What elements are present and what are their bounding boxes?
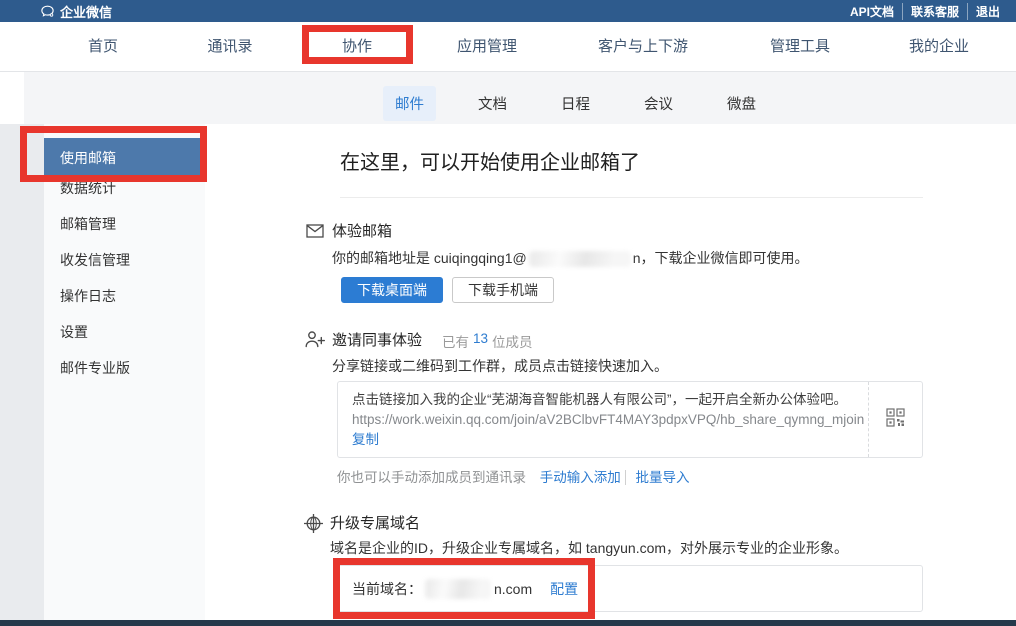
- brand: 企业微信: [40, 2, 112, 21]
- copy-link[interactable]: 复制: [352, 432, 379, 447]
- nav-item-admin-tools[interactable]: 管理工具: [770, 22, 830, 72]
- wecom-bubble-icon: [40, 4, 55, 19]
- share-url: https://work.weixin.qq.com/join/aV2BClbv…: [352, 410, 862, 430]
- mailbox-address-prefix: 你的邮箱地址是 cuiqingqing1@: [332, 250, 527, 266]
- mailbox-address-line: 你的邮箱地址是 cuiqingqing1@ n，下载企业微信即可使用。: [332, 248, 809, 268]
- share-text-block: 点击链接加入我的企业“芜湖海音智能机器人有限公司”，一起开启全新办公体验吧。 h…: [352, 390, 862, 450]
- batch-import-link[interactable]: 批量导入: [625, 470, 690, 485]
- sidebar-item-send-receive[interactable]: 收发信管理: [44, 242, 205, 278]
- tab-mail[interactable]: 邮件: [383, 86, 436, 121]
- sidebar-item-mail-pro[interactable]: 邮件专业版: [44, 350, 205, 386]
- contact-support-link[interactable]: 联系客服: [902, 3, 967, 20]
- share-link-box: 点击链接加入我的企业“芜湖海音智能机器人有限公司”，一起开启全新办公体验吧。 h…: [337, 381, 923, 458]
- collab-tabs: 邮件 文档 日程 会议 微盘: [383, 86, 768, 121]
- tab-meeting[interactable]: 会议: [632, 86, 685, 121]
- domain-description: 域名是企业的ID，升级企业专属域名，如 tangyun.com，对外展示专业的企…: [330, 538, 848, 558]
- sidebar-item-operation-log[interactable]: 操作日志: [44, 278, 205, 314]
- nav-item-customers[interactable]: 客户与上下游: [598, 22, 688, 72]
- main-navbar: 首页 通讯录 协作 应用管理 客户与上下游 管理工具 我的企业: [0, 22, 1016, 72]
- envelope-icon: [306, 224, 324, 243]
- left-gutter: [0, 124, 44, 620]
- tab-calendar[interactable]: 日程: [549, 86, 602, 121]
- sidebar-item-data-stats[interactable]: 数据统计: [44, 170, 205, 206]
- mailbox-section-title: 体验邮箱: [332, 220, 392, 241]
- configure-domain-link[interactable]: 配置: [550, 579, 578, 599]
- invite-section-title: 邀请同事体验: [332, 329, 422, 350]
- download-buttons: 下载桌面端 下载手机端: [341, 277, 554, 303]
- member-count-prefix: 已有: [442, 331, 469, 351]
- qr-code-button[interactable]: [868, 382, 922, 457]
- redacted-domain: [425, 579, 491, 599]
- download-mobile-button[interactable]: 下载手机端: [452, 277, 554, 303]
- nav-item-collaboration[interactable]: 协作: [342, 22, 372, 72]
- qr-code-icon: [886, 408, 905, 432]
- manual-input-add-link[interactable]: 手动输入添加: [540, 470, 621, 485]
- current-domain-box: 当前域名： n.com 配置: [337, 565, 923, 612]
- person-plus-icon: [304, 329, 326, 356]
- sidebar-item-mailbox-management[interactable]: 邮箱管理: [44, 206, 205, 242]
- nav-item-my-company[interactable]: 我的企业: [909, 22, 969, 72]
- topbar-links: API文档 联系客服 退出: [842, 3, 1008, 20]
- mail-sidebar: 使用邮箱 数据统计 邮箱管理 收发信管理 操作日志 设置 邮件专业版: [44, 124, 205, 620]
- member-count-suffix: 位成员: [492, 331, 533, 351]
- domain-section-title: 升级专属域名: [330, 512, 420, 533]
- current-domain-label: 当前域名：: [352, 579, 422, 599]
- nav-item-home[interactable]: 首页: [88, 22, 118, 72]
- title-divider: [340, 197, 923, 198]
- tab-drive[interactable]: 微盘: [715, 86, 768, 121]
- member-count-value: 13: [473, 331, 488, 351]
- member-count-meta: 已有 13 位成员: [442, 331, 533, 351]
- topbar: 企业微信 API文档 联系客服 退出: [0, 0, 1016, 22]
- nav-item-app-management[interactable]: 应用管理: [457, 22, 517, 72]
- nav-item-contacts[interactable]: 通讯录: [207, 22, 252, 72]
- manual-add-row: 你也可以手动添加成员到通讯录 手动输入添加 批量导入: [337, 466, 690, 486]
- redacted-email-domain: [529, 251, 631, 267]
- api-docs-link[interactable]: API文档: [842, 3, 902, 20]
- page-title: 在这里，可以开始使用企业邮箱了: [340, 146, 640, 175]
- invite-description: 分享链接或二维码到工作群，成员点击链接快速加入。: [332, 356, 668, 376]
- download-desktop-button[interactable]: 下载桌面端: [341, 277, 443, 303]
- tab-docs[interactable]: 文档: [466, 86, 519, 121]
- globe-domain-icon: [303, 513, 324, 539]
- current-domain-suffix: n.com: [494, 581, 532, 597]
- mailbox-address-suffix: n，下载企业微信即可使用。: [633, 250, 809, 266]
- logout-link[interactable]: 退出: [967, 3, 1008, 20]
- brand-label: 企业微信: [60, 2, 112, 21]
- bottom-bar: [0, 620, 1016, 626]
- manual-add-text: 你也可以手动添加成员到通讯录: [337, 470, 526, 485]
- share-invitation-text: 点击链接加入我的企业“芜湖海音智能机器人有限公司”，一起开启全新办公体验吧。: [352, 390, 862, 410]
- sidebar-item-settings[interactable]: 设置: [44, 314, 205, 350]
